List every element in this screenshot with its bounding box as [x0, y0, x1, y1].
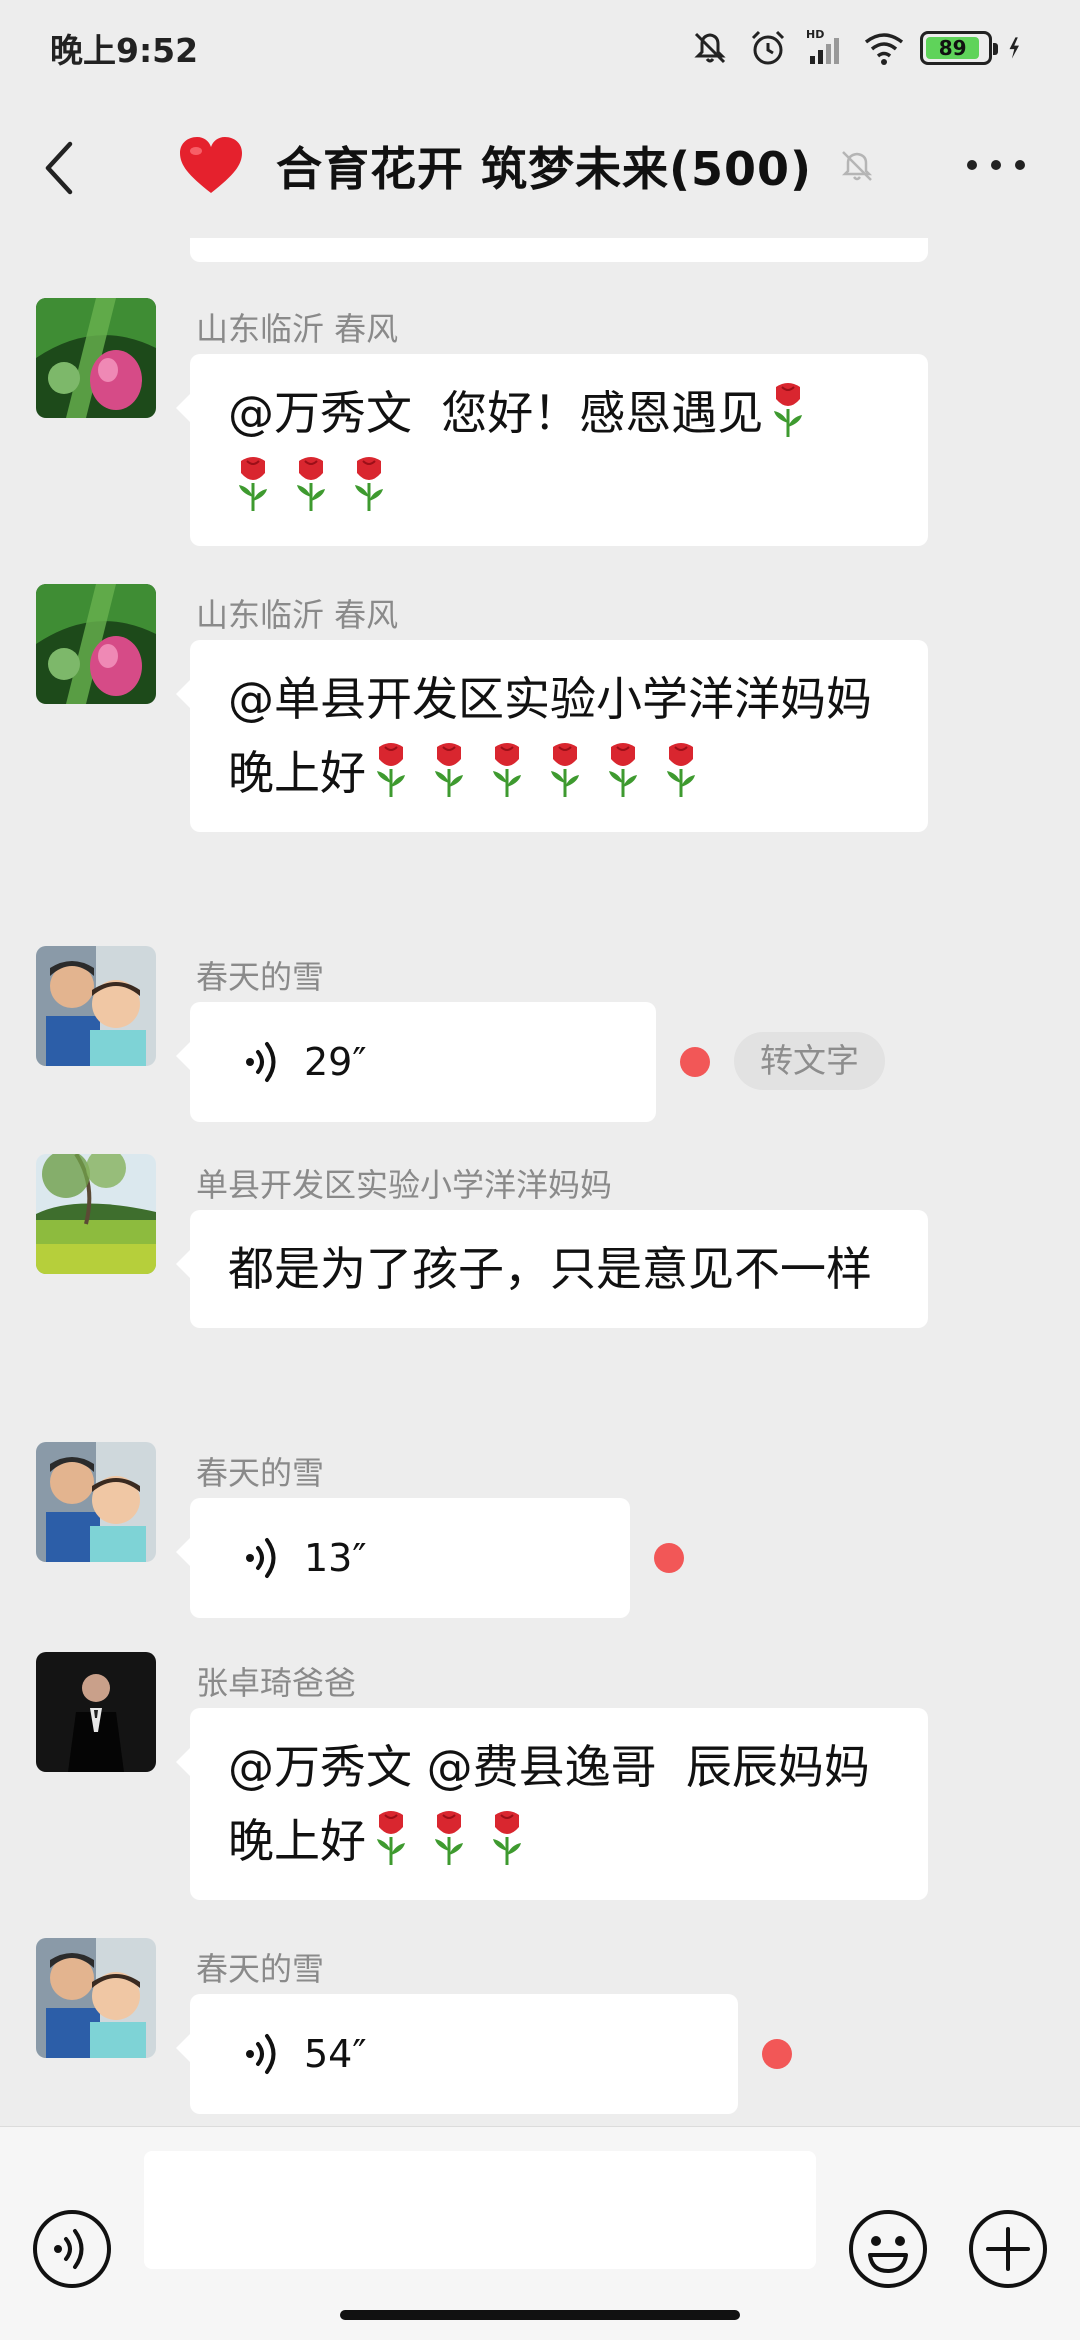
avatar-children-image: [36, 1442, 156, 1562]
avatar[interactable]: [36, 584, 156, 704]
status-bar: 晚上9:52 HD 89: [0, 0, 1080, 96]
message-text: @单县开发区实验小学洋洋妈妈: [228, 672, 872, 726]
muted-bell-icon: [842, 151, 873, 181]
unread-dot: [762, 2039, 792, 2069]
voice-toggle-icon[interactable]: [32, 2209, 112, 2289]
voice-duration: 13″: [304, 1536, 367, 1580]
voice-duration: 54″: [304, 2032, 367, 2076]
avatar[interactable]: [36, 1938, 156, 2058]
back-arrow-icon[interactable]: [36, 138, 88, 198]
more-dots-icon[interactable]: [964, 150, 1028, 180]
rose-icon: [609, 743, 637, 797]
message-input[interactable]: [144, 2151, 816, 2269]
hd-signal-icon: HD: [806, 28, 839, 64]
rose-icon: [239, 457, 267, 511]
message-bubble[interactable]: @万秀文 @费县逸哥 辰辰妈妈 晚上好: [176, 1708, 928, 1900]
voice-message-bubble[interactable]: 29″: [176, 1002, 656, 1122]
red-heart-icon: [180, 137, 242, 193]
rose-icon: [297, 457, 325, 511]
avatar[interactable]: [36, 1154, 156, 1274]
message-list[interactable]: 山东临沂 春风 @万秀文 您好！感恩遇见 山东临沂 春风 @单县开发区实验小学洋…: [0, 238, 1080, 2126]
sender-name: 山东临沂 春风: [196, 310, 399, 348]
sender-name: 春天的雪: [196, 1950, 325, 1988]
avatar-children-image: [36, 946, 156, 1066]
rose-icon: [667, 743, 695, 797]
charging-icon: [1009, 37, 1019, 59]
battery-icon: 89: [920, 31, 998, 65]
avatar-lotus-image: [36, 298, 156, 418]
input-bar: [0, 2126, 1080, 2340]
rose-icon: [493, 1811, 521, 1865]
title-area: 合育花开 筑梦未来(500): [178, 126, 878, 206]
sender-name: 单县开发区实验小学洋洋妈妈: [196, 1166, 613, 1204]
message-text: @万秀文 @费县逸哥 辰辰妈妈 晚上好: [228, 1740, 914, 1868]
voice-wave-icon: [246, 1538, 276, 1578]
message-text: 都是为了孩子，只是意见不一样: [228, 1242, 872, 1296]
voice-message-bubble[interactable]: 13″: [176, 1498, 630, 1618]
partial-message-bubble: [190, 238, 928, 262]
sender-name: 春天的雪: [196, 958, 325, 996]
voice-message-bubble[interactable]: 54″: [176, 1994, 738, 2114]
battery-level: 89: [926, 37, 980, 59]
avatar-lotus-image: [36, 584, 156, 704]
rose-icon: [355, 457, 383, 511]
message-text-line2: 晚上好: [228, 746, 366, 800]
avatar[interactable]: [36, 1652, 156, 1772]
wifi-icon: [864, 33, 904, 65]
page-title: 合育花开 筑梦未来(500): [276, 142, 813, 196]
status-icons: HD 89: [688, 26, 1032, 70]
emoji-icon[interactable]: [848, 2209, 928, 2289]
rose-icon: [493, 743, 521, 797]
message-bubble[interactable]: @单县开发区实验小学洋洋妈妈 晚上好: [176, 640, 928, 832]
avatar[interactable]: [36, 1442, 156, 1562]
message-bubble[interactable]: 都是为了孩子，只是意见不一样: [176, 1210, 928, 1328]
avatar-landscape-image: [36, 1154, 156, 1274]
rose-icon: [435, 1811, 463, 1865]
avatar-children-image: [36, 1938, 156, 2058]
voice-wave-icon: [246, 2034, 276, 2074]
avatar[interactable]: [36, 298, 156, 418]
svg-text:HD: HD: [806, 28, 824, 41]
mute-icon: [694, 32, 726, 64]
rose-icon: [435, 743, 463, 797]
to-text-button[interactable]: 转文字: [734, 1032, 885, 1090]
rose-icon: [377, 743, 405, 797]
message-bubble[interactable]: @万秀文 您好！感恩遇见: [176, 354, 928, 546]
voice-wave-icon: [246, 1042, 276, 1082]
voice-duration: 29″: [304, 1040, 367, 1084]
chat-header: 合育花开 筑梦未来(500): [0, 96, 1080, 238]
avatar-man-suit-image: [36, 1652, 156, 1772]
avatar[interactable]: [36, 946, 156, 1066]
sender-name: 山东临沂 春风: [196, 596, 399, 634]
sender-name: 春天的雪: [196, 1454, 325, 1492]
home-indicator[interactable]: [340, 2310, 740, 2320]
unread-dot: [654, 1543, 684, 1573]
plus-icon[interactable]: [968, 2209, 1048, 2289]
message-text: @万秀文 您好！感恩遇见: [228, 386, 764, 440]
unread-dot: [680, 1047, 710, 1077]
rose-icon: [774, 383, 803, 437]
alarm-icon: [751, 30, 785, 65]
rose-icon: [551, 743, 579, 797]
status-time: 晚上9:52: [50, 31, 199, 70]
sender-name: 张卓琦爸爸: [196, 1664, 357, 1702]
rose-icon: [377, 1811, 405, 1865]
